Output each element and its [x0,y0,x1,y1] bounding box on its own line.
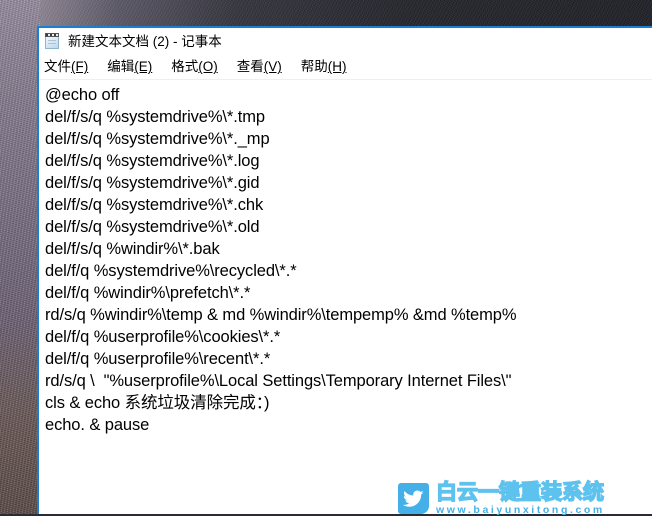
menu-item-file[interactable]: 文件(F) [44,60,88,74]
wallpaper-left-strip [0,0,40,514]
menu-item-format-label: 格式 [171,59,199,75]
notepad-text-area[interactable]: @echo off del/f/s/q %systemdrive%\*.tmp … [39,80,652,510]
watermark-title: 白云一键重装系统 [435,481,604,504]
text-line: @echo off [45,86,120,104]
text-line: del/f/s/q %systemdrive%\*.tmp [45,108,265,126]
menu-item-help[interactable]: 帮助(H) [301,60,347,74]
watermark-url: www.baiyunxitong.com [436,504,605,516]
menu-item-format[interactable]: 格式(O) [171,60,218,74]
menu-bar[interactable]: 文件(F) 编辑(E) 格式(O) 查看(V) 帮助(H) [39,55,652,80]
watermark-text-block: 白云一键重装系统 www.baiyunxitong.com [435,481,605,516]
text-line: rd/s/q %windir%\temp & md %windir%\tempe… [45,306,517,324]
notepad-icon [44,33,61,50]
menu-item-file-accel: (F) [71,59,89,75]
text-line: del/f/q %userprofile%\recent\*.* [45,350,271,368]
watermark: 白云一键重装系统 www.baiyunxitong.com [398,481,605,516]
menu-item-help-accel: (H) [327,59,347,75]
menu-item-edit-label: 编辑 [107,59,135,75]
title-bar[interactable]: 新建文本文档 (2) - 记事本 [39,28,652,55]
text-line: del/f/s/q %systemdrive%\*.log [45,152,260,170]
text-line: del/f/s/q %systemdrive%\*.old [45,218,260,236]
text-line: del/f/s/q %systemdrive%\*._mp [45,130,270,148]
text-line: del/f/q %userprofile%\cookies\*.* [45,328,281,346]
twitter-bird-icon [398,483,429,514]
text-line: cls & echo 系统垃圾清除完成：) [45,394,270,412]
menu-item-view-accel: (V) [263,59,282,75]
text-line: rd/s/q \ "%userprofile%\Local Settings\T… [45,372,512,390]
window-title: 新建文本文档 (2) - 记事本 [68,33,222,49]
notepad-window[interactable]: 新建文本文档 (2) - 记事本 文件(F) 编辑(E) 格式(O) 查看(V)… [37,26,652,514]
menu-item-format-accel: (O) [198,59,218,75]
menu-item-view[interactable]: 查看(V) [237,60,282,74]
menu-item-help-label: 帮助 [300,59,328,75]
text-line: echo. & pause [45,416,150,434]
menu-item-view-label: 查看 [236,59,264,75]
text-line: del/f/s/q %systemdrive%\*.gid [45,174,260,192]
menu-item-edit-accel: (E) [134,59,153,75]
menu-item-edit[interactable]: 编辑(E) [107,60,152,74]
text-line: del/f/q %systemdrive%\recycled\*.* [45,262,297,280]
text-line: del/f/s/q %systemdrive%\*.chk [45,196,264,214]
text-line: del/f/q %windir%\prefetch\*.* [45,284,251,302]
menu-item-file-label: 文件 [44,59,71,75]
text-line: del/f/s/q %windir%\*.bak [45,240,220,258]
